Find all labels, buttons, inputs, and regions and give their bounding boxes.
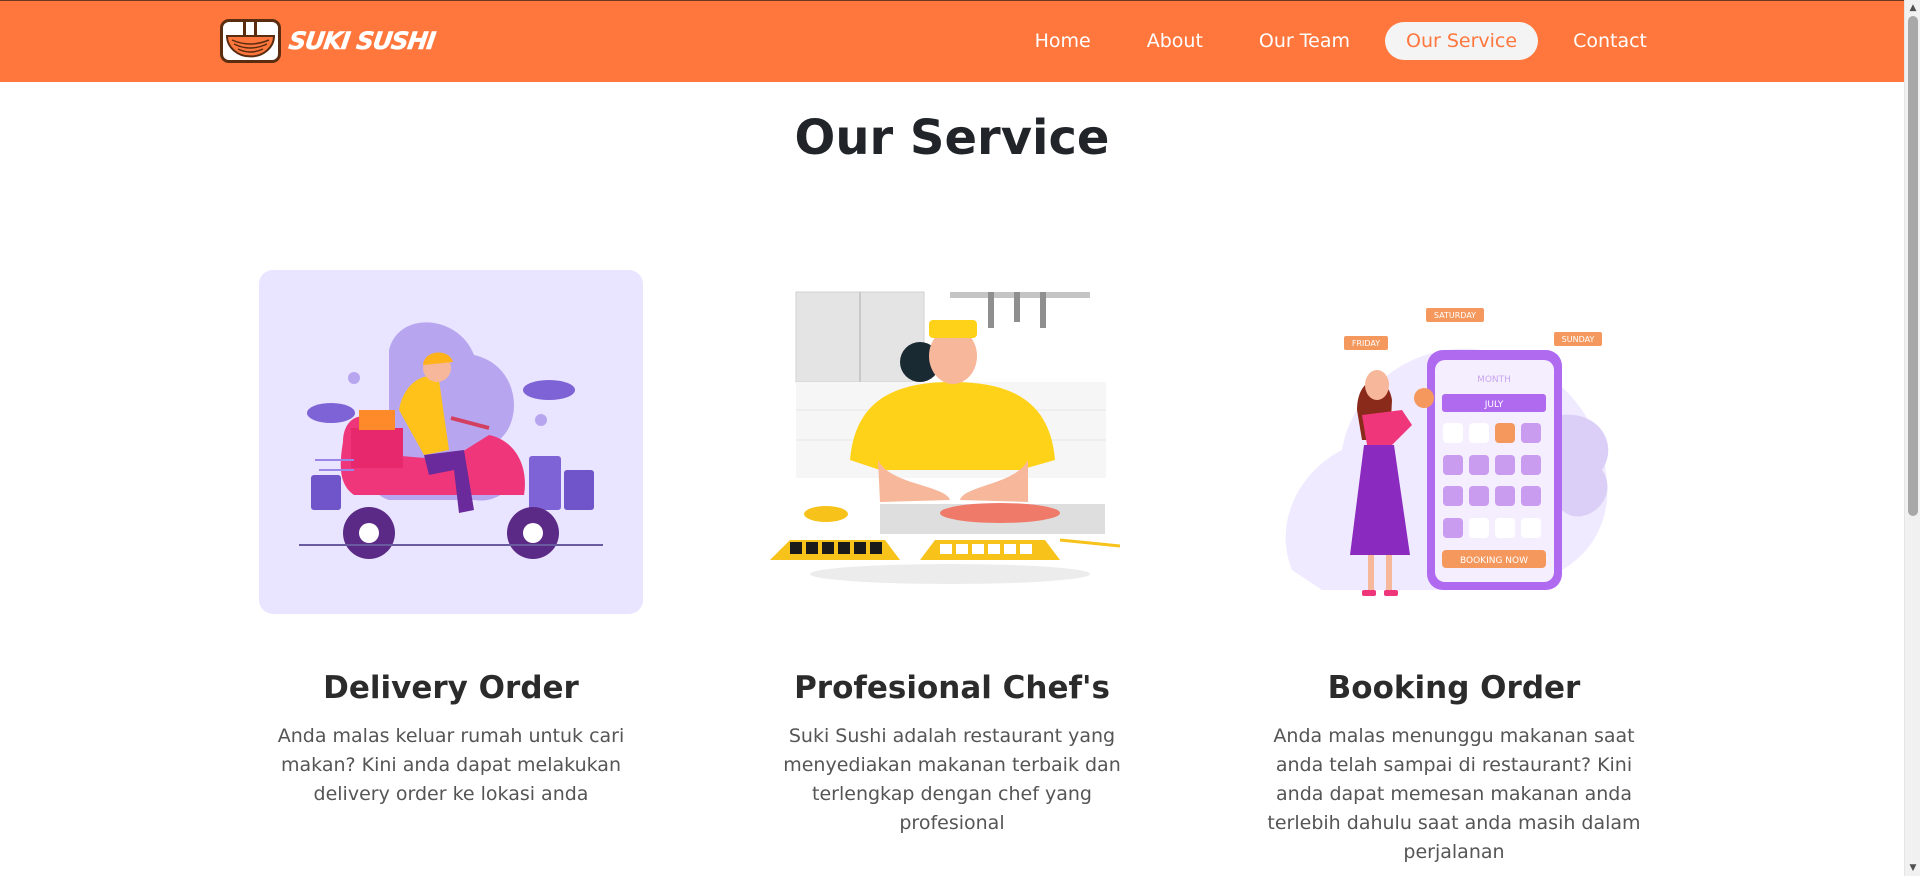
- illus-month-label: MONTH: [1477, 375, 1511, 385]
- card-description: Anda malas keluar rumah untuk cari makan…: [277, 725, 625, 805]
- nav-our-service[interactable]: Our Service: [1385, 22, 1539, 60]
- page-scrollbar[interactable]: ▲ ▼: [1904, 0, 1920, 876]
- scrollbar-thumb[interactable]: [1908, 16, 1918, 516]
- illus-saturday-label: SATURDAY: [1434, 311, 1476, 320]
- nav-our-team[interactable]: Our Team: [1238, 22, 1371, 60]
- nav-home[interactable]: Home: [1014, 22, 1112, 60]
- service-card-booking: MONTH JULY BOOKING NOW FRIDAY SATURDAY S…: [1262, 270, 1646, 867]
- card-title: Booking Order: [1327, 670, 1581, 706]
- card-description: Suki Sushi adalah restaurant yang menyed…: [783, 725, 1121, 834]
- ramen-bowl-icon: [220, 19, 281, 63]
- navbar: SUKI SUSHI Home About Our Team Our Servi…: [0, 0, 1904, 82]
- main-nav: Home About Our Team Our Service Contact: [1014, 22, 1668, 60]
- triangle-up-icon[interactable]: ▲: [1905, 0, 1920, 16]
- triangle-down-icon[interactable]: ▼: [1905, 860, 1920, 876]
- booking-illustration: MONTH JULY BOOKING NOW FRIDAY SATURDAY S…: [1262, 270, 1646, 614]
- brand-name: SUKI SUSHI: [287, 27, 437, 56]
- illus-booking-now-label: BOOKING NOW: [1460, 556, 1528, 566]
- card-title: Profesional Chef's: [794, 670, 1110, 706]
- illus-friday-label: FRIDAY: [1352, 339, 1380, 348]
- section-title: Our Service: [794, 110, 1110, 166]
- brand-logo[interactable]: SUKI SUSHI: [220, 19, 437, 63]
- nav-about[interactable]: About: [1126, 22, 1224, 60]
- card-description: Anda malas menunggu makanan saat anda te…: [1267, 725, 1641, 863]
- card-title: Delivery Order: [323, 670, 579, 706]
- service-card-chef: Profesional Chef's Suki Sushi adalah res…: [760, 270, 1144, 838]
- delivery-illustration: [259, 270, 643, 614]
- service-card-delivery: Delivery Order Anda malas keluar rumah u…: [259, 270, 643, 809]
- illus-sunday-label: SUNDAY: [1562, 335, 1595, 344]
- chef-illustration: [760, 270, 1144, 614]
- illus-july-label: JULY: [1484, 400, 1504, 410]
- nav-contact[interactable]: Contact: [1552, 22, 1668, 60]
